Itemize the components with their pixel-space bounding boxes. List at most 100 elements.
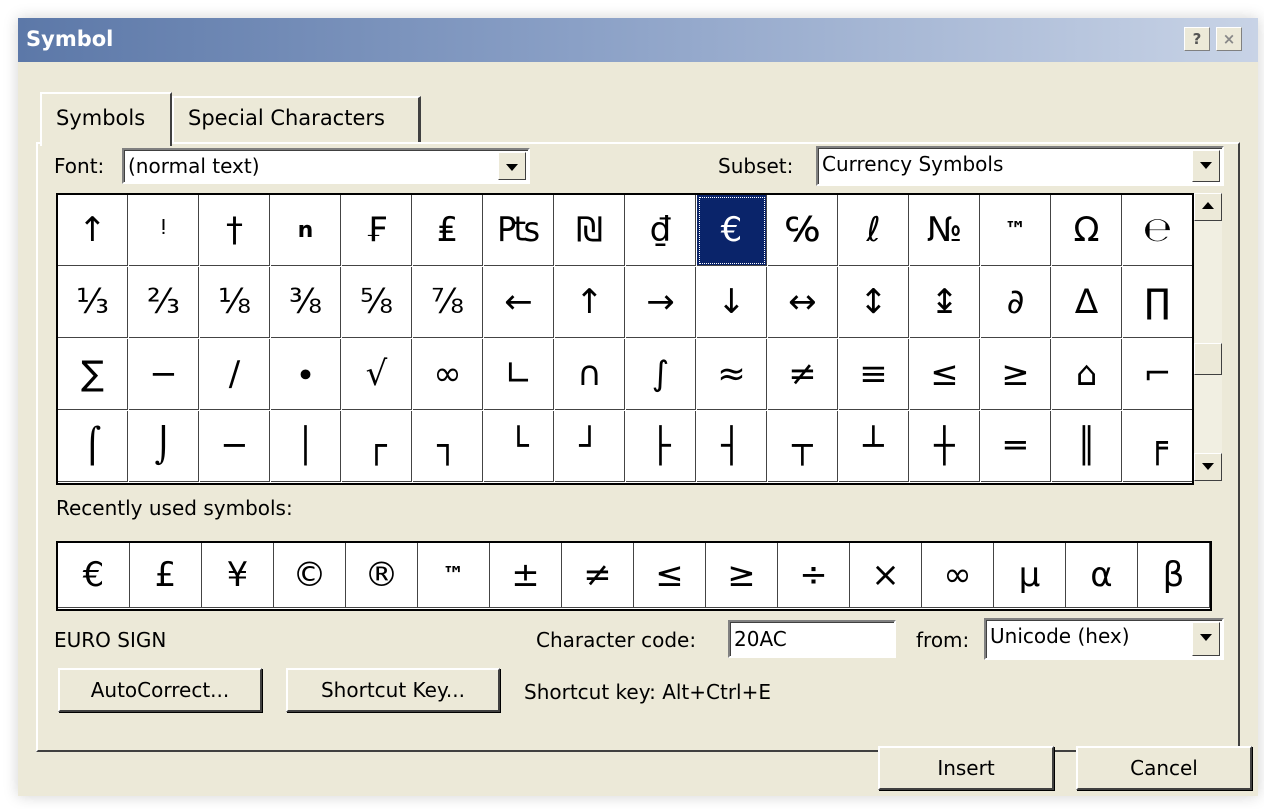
symbol-cell[interactable]: └ — [484, 411, 554, 482]
recent-symbol-cell[interactable]: µ — [994, 543, 1066, 608]
symbol-cell[interactable]: ≡ — [839, 339, 909, 410]
symbol-cell[interactable]: ┐ — [413, 411, 483, 482]
symbol-cell[interactable]: ║ — [1052, 411, 1122, 482]
symbol-cell[interactable]: ∂ — [981, 267, 1051, 338]
symbol-cell[interactable]: ┌ — [342, 411, 412, 482]
symbol-cell[interactable]: ₤ — [413, 195, 483, 266]
symbol-cell[interactable]: ↔ — [768, 267, 838, 338]
recent-symbol-cell[interactable]: £ — [130, 543, 202, 608]
symbol-cell[interactable]: ℮ — [1123, 195, 1192, 266]
symbol-cell[interactable]: ┘ — [555, 411, 625, 482]
recent-symbol-cell[interactable]: € — [58, 543, 130, 608]
symbol-cell[interactable]: ∙ — [271, 339, 341, 410]
symbol-cell[interactable]: ≠ — [768, 339, 838, 410]
symbol-cell[interactable]: € — [697, 195, 767, 266]
symbol-cell[interactable]: ┴ — [839, 411, 909, 482]
symbol-cell[interactable]: ∫ — [626, 339, 696, 410]
subset-dropdown-button[interactable] — [1192, 150, 1220, 182]
symbol-cell[interactable]: ∩ — [555, 339, 625, 410]
font-select[interactable]: (normal text) — [122, 148, 530, 184]
symbol-cell[interactable]: → — [626, 267, 696, 338]
symbol-cell[interactable]: ⌂ — [1052, 339, 1122, 410]
symbol-cell[interactable]: ╒ — [1123, 411, 1192, 482]
symbol-cell[interactable]: ₫ — [626, 195, 696, 266]
symbol-cell[interactable]: ⌡ — [129, 411, 199, 482]
symbol-cell[interactable]: † — [200, 195, 270, 266]
symbol-cell[interactable]: ─ — [200, 411, 270, 482]
autocorrect-button[interactable]: AutoCorrect... — [58, 668, 262, 712]
scroll-down-button[interactable] — [1194, 453, 1222, 481]
shortcut-key-button[interactable]: Shortcut Key... — [286, 668, 500, 712]
symbol-cell[interactable]: ∞ — [413, 339, 483, 410]
symbol-cell[interactable]: ≤ — [910, 339, 980, 410]
symbol-cell[interactable]: ⌐ — [1123, 339, 1192, 410]
recent-symbol-cell[interactable]: ± — [490, 543, 562, 608]
recent-symbol-cell[interactable]: ÷ — [778, 543, 850, 608]
recent-symbol-cell[interactable]: ≠ — [562, 543, 634, 608]
character-code-field[interactable]: 20AC — [728, 620, 896, 658]
cancel-button[interactable]: Cancel — [1076, 746, 1252, 790]
recent-symbol-cell[interactable]: ¥ — [202, 543, 274, 608]
symbol-cell[interactable]: ┼ — [910, 411, 980, 482]
symbol-cell[interactable]: ₪ — [555, 195, 625, 266]
symbol-cell[interactable]: n — [271, 195, 341, 266]
symbol-cell[interactable]: ┬ — [768, 411, 838, 482]
font-dropdown-button[interactable] — [498, 152, 526, 180]
symbol-cell[interactable]: ⅛ — [200, 267, 270, 338]
symbol-cell[interactable]: ⅓ — [58, 267, 128, 338]
symbol-cell[interactable]: ℅ — [768, 195, 838, 266]
title-bar[interactable]: Symbol ? × — [18, 18, 1258, 62]
recent-symbol-cell[interactable]: © — [274, 543, 346, 608]
from-dropdown-button[interactable] — [1192, 622, 1220, 656]
symbol-cell[interactable]: ™ — [981, 195, 1051, 266]
scroll-up-button[interactable] — [1194, 193, 1222, 221]
symbol-cell[interactable]: − — [129, 339, 199, 410]
recent-symbol-cell[interactable]: ∞ — [922, 543, 994, 608]
symbol-cell[interactable]: ⅜ — [271, 267, 341, 338]
recent-symbol-cell[interactable]: × — [850, 543, 922, 608]
insert-button[interactable]: Insert — [878, 746, 1054, 790]
symbol-cell[interactable]: ↨ — [910, 267, 980, 338]
from-select[interactable]: Unicode (hex) — [984, 618, 1224, 660]
tab-special-characters[interactable]: Special Characters — [172, 96, 421, 142]
symbol-cell[interactable]: ⅔ — [129, 267, 199, 338]
symbol-cell[interactable]: ┤ — [697, 411, 767, 482]
help-button[interactable]: ? — [1184, 27, 1210, 51]
symbol-cell[interactable]: ≈ — [697, 339, 767, 410]
symbol-cell[interactable]: ≥ — [981, 339, 1051, 410]
recent-symbol-cell[interactable]: α — [1066, 543, 1138, 608]
symbol-cell[interactable]: ∟ — [484, 339, 554, 410]
symbol-cell[interactable]: ⅝ — [342, 267, 412, 338]
symbol-cell[interactable]: ├ — [626, 411, 696, 482]
recent-symbol-cell[interactable]: β — [1138, 543, 1210, 608]
recent-symbols-grid[interactable]: € £ ¥ © ® ™ ± ≠ ≤ ≥ ÷ × ∞ µ α β — [56, 541, 1212, 611]
symbol-cell[interactable]: ⌠ — [58, 411, 128, 482]
grid-scrollbar[interactable] — [1194, 193, 1222, 481]
symbol-cell[interactable]: ↕ — [839, 267, 909, 338]
close-button[interactable]: × — [1216, 27, 1242, 51]
tab-symbols[interactable]: Symbols — [40, 92, 172, 146]
symbol-cell[interactable]: ← — [484, 267, 554, 338]
symbol-cell[interactable]: ᵎ — [129, 195, 199, 266]
symbol-cell[interactable]: ↑ — [555, 267, 625, 338]
symbol-cell[interactable]: ∏ — [1123, 267, 1192, 338]
recent-symbol-cell[interactable]: ≤ — [634, 543, 706, 608]
symbol-cell[interactable]: ∆ — [1052, 267, 1122, 338]
symbol-cell[interactable]: ⅞ — [413, 267, 483, 338]
symbol-grid[interactable]: ↑ ᵎ † n ₣ ₤ ₧ ₪ ₫ € ℅ ℓ № ™ Ω ℮ ⅓ ⅔ ⅛ ⅜ ⅝ ⅞ ← ↑ → ↓ ↔ ↕ ↨ ∂ ∆ ∏ ∑ − ∕ ∙ √ ∞ ∟ ∩… — [56, 193, 1194, 485]
symbol-cell[interactable]: ℓ — [839, 195, 909, 266]
symbol-cell[interactable]: № — [910, 195, 980, 266]
scroll-thumb[interactable] — [1194, 343, 1222, 375]
subset-select[interactable]: Currency Symbols — [816, 146, 1224, 186]
recent-symbol-cell[interactable]: ≥ — [706, 543, 778, 608]
symbol-cell[interactable]: ∑ — [58, 339, 128, 410]
symbol-cell[interactable]: ₣ — [342, 195, 412, 266]
symbol-cell[interactable]: √ — [342, 339, 412, 410]
symbol-cell[interactable]: ↑ — [58, 195, 128, 266]
symbol-cell[interactable]: ↓ — [697, 267, 767, 338]
recent-symbol-cell[interactable]: ™ — [418, 543, 490, 608]
symbol-cell[interactable]: ∕ — [200, 339, 270, 410]
symbol-cell[interactable]: ₧ — [484, 195, 554, 266]
symbol-cell[interactable]: │ — [271, 411, 341, 482]
symbol-cell[interactable]: Ω — [1052, 195, 1122, 266]
